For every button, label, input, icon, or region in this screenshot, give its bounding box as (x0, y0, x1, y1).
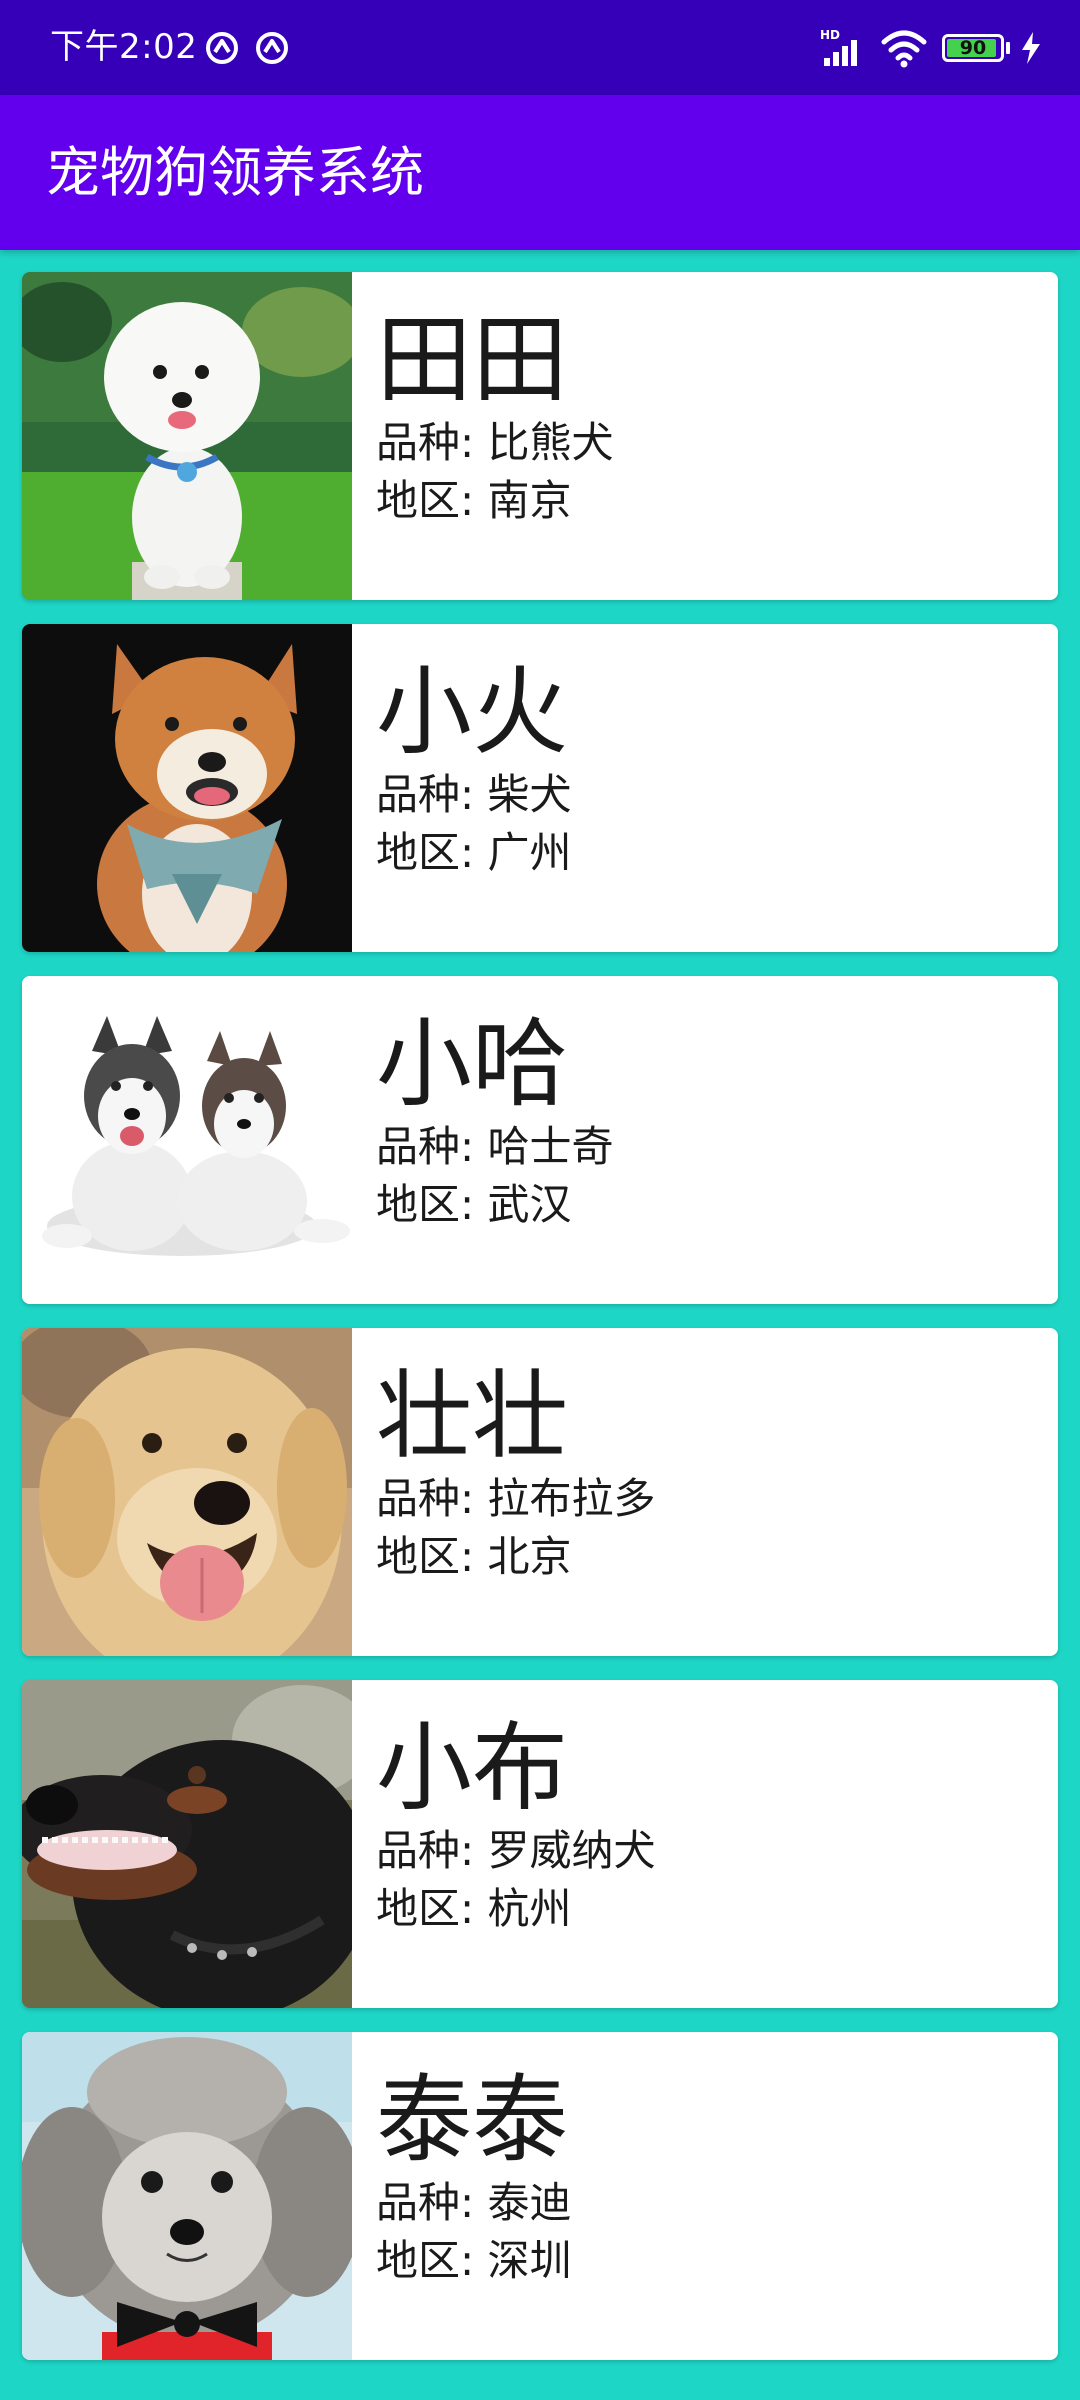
pet-breed: 品种: 哈士奇 (376, 1122, 614, 1171)
pet-card[interactable]: 小哈 品种: 哈士奇 地区: 武汉 (22, 976, 1058, 1304)
charging-icon (1022, 32, 1040, 64)
signal-icon: HD (820, 28, 857, 66)
pet-name: 小火 (376, 656, 568, 768)
status-time: 下午2:02 (50, 27, 198, 67)
pet-photo (22, 272, 352, 600)
battery-icon: 90 (942, 34, 1004, 62)
pet-name: 壮壮 (376, 1360, 568, 1472)
pet-photo (22, 624, 352, 952)
wifi-icon (881, 30, 927, 68)
notification-icon (256, 32, 288, 64)
pet-photo (22, 1328, 352, 1656)
pet-card[interactable]: 田田 品种: 比熊犬 地区: 南京 (22, 272, 1058, 600)
pet-photo (22, 976, 352, 1304)
pet-region: 地区: 杭州 (376, 1884, 572, 1933)
pet-name: 泰泰 (376, 2064, 568, 2176)
pet-name: 小哈 (376, 1008, 568, 1120)
pet-breed: 品种: 罗威纳犬 (376, 1826, 656, 1875)
network-type: HD (820, 28, 840, 42)
pet-photo (22, 2032, 352, 2360)
pet-breed: 品种: 拉布拉多 (376, 1474, 656, 1523)
app-title: 宠物狗领养系统 (46, 141, 424, 204)
pet-card[interactable]: 小布 品种: 罗威纳犬 地区: 杭州 (22, 1680, 1058, 2008)
status-bar: 下午2:02 HD 90 (0, 0, 1080, 95)
pet-region: 地区: 北京 (376, 1532, 572, 1581)
pet-breed: 品种: 泰迪 (376, 2178, 572, 2227)
pet-breed: 品种: 比熊犬 (376, 418, 614, 467)
pet-region: 地区: 广州 (376, 828, 572, 877)
battery-level: 90 (959, 37, 987, 59)
pet-card[interactable]: 泰泰 品种: 泰迪 地区: 深圳 (22, 2032, 1058, 2360)
pet-name: 小布 (376, 1712, 568, 1824)
pet-region: 地区: 深圳 (376, 2236, 572, 2285)
notification-icon (206, 32, 238, 64)
pet-name: 田田 (376, 304, 568, 416)
app-bar: 宠物狗领养系统 (0, 95, 1080, 250)
pet-photo (22, 1680, 352, 2008)
pet-card[interactable]: 小火 品种: 柴犬 地区: 广州 (22, 624, 1058, 952)
pet-region: 地区: 武汉 (376, 1180, 572, 1229)
pet-region: 地区: 南京 (376, 476, 572, 525)
pet-breed: 品种: 柴犬 (376, 770, 572, 819)
pet-card[interactable]: 壮壮 品种: 拉布拉多 地区: 北京 (22, 1328, 1058, 1656)
